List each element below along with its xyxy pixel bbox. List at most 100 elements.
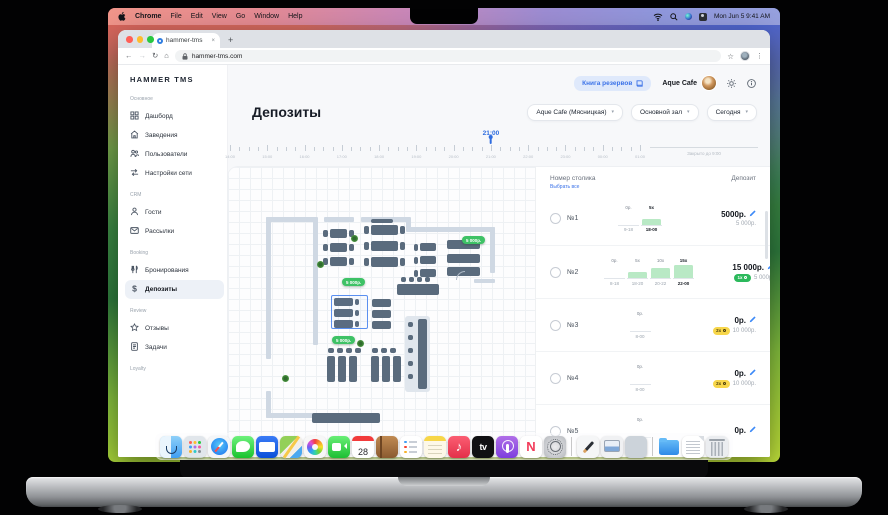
home-button[interactable]: ⌂	[164, 52, 169, 60]
close-tab-icon[interactable]: ×	[211, 38, 215, 44]
account-menu[interactable]: Aque Cafe	[662, 76, 716, 90]
browser-tab[interactable]: hammer-tms ×	[152, 33, 220, 48]
maps-dock-icon[interactable]	[280, 436, 302, 458]
apple-logo-icon[interactable]	[118, 12, 126, 21]
messages-dock-icon[interactable]	[232, 436, 254, 458]
deposit-map-badge[interactable]: 5 000р.	[332, 336, 355, 344]
sidebar-item-restaurant[interactable]: Бронирования	[125, 261, 224, 280]
menu-bar-clock[interactable]: Mon Jun 5 9:41 AM	[714, 13, 770, 20]
new-tab-button[interactable]: +	[228, 36, 233, 45]
current-time-pin	[490, 137, 492, 144]
music-dock-icon[interactable]	[448, 436, 470, 458]
screenshot-dock-icon[interactable]	[601, 436, 623, 458]
timeline-tick	[482, 147, 483, 151]
menu-item-chrome[interactable]: Chrome	[135, 13, 161, 20]
deposit-map-badge[interactable]: 5 000р.	[462, 236, 485, 244]
sidebar-item-star[interactable]: Отзывы	[125, 319, 224, 338]
trash-dock-icon[interactable]	[706, 436, 728, 458]
edit-pencil-icon[interactable]	[749, 369, 756, 378]
date-filter[interactable]: Сегодня▾	[707, 104, 757, 121]
deposit-map-badge[interactable]: 5 000р.	[342, 278, 365, 286]
filter-value: Основной зал	[640, 109, 682, 116]
bookmark-icon[interactable]: ☆	[727, 52, 734, 61]
zoom-window-button[interactable]	[147, 36, 154, 43]
folder-dock-icon[interactable]	[658, 436, 680, 458]
menu-item-view[interactable]: View	[212, 13, 227, 20]
news-dock-icon[interactable]	[520, 436, 542, 458]
edit-pencil-icon[interactable]	[749, 210, 756, 219]
row-checkbox[interactable]	[550, 320, 561, 331]
menu-item-go[interactable]: Go	[236, 13, 245, 20]
row-checkbox[interactable]	[550, 267, 561, 278]
sidebar-item-mail[interactable]: Рассылки	[125, 222, 224, 241]
contacts-dock-icon[interactable]	[376, 436, 398, 458]
sidebar-item-dollar[interactable]: $Депозиты	[125, 280, 224, 299]
minimize-window-button[interactable]	[137, 36, 144, 43]
app-logo[interactable]: HAMMER TMS	[130, 75, 219, 84]
browser-menu-icon[interactable]: ⋮	[756, 52, 763, 60]
row-checkbox[interactable]	[550, 373, 561, 384]
reload-button[interactable]: ↻	[152, 52, 158, 60]
reminders-dock-icon[interactable]	[400, 436, 422, 458]
select-all-link[interactable]: Выбрать все	[550, 184, 595, 190]
hall-filter[interactable]: Основной зал▾	[631, 104, 699, 121]
sidebar-item-label: Пользователи	[145, 151, 187, 158]
window-controls[interactable]	[126, 36, 154, 43]
siri-icon[interactable]	[685, 13, 692, 20]
reserve-book-label: Книга резервов	[582, 80, 632, 87]
settings-dock-icon[interactable]	[544, 436, 566, 458]
menu-item-edit[interactable]: Edit	[191, 13, 203, 20]
user-switch-icon[interactable]	[699, 13, 707, 21]
close-window-button[interactable]	[126, 36, 133, 43]
menu-item-window[interactable]: Window	[254, 13, 279, 20]
mail-dock-icon[interactable]	[256, 436, 278, 458]
users-icon	[130, 149, 139, 160]
photos-dock-icon[interactable]	[304, 436, 326, 458]
info-icon[interactable]	[747, 79, 756, 88]
sidebar-item-guest[interactable]: Гости	[125, 203, 224, 222]
sidebar-item-network[interactable]: Настройки сети	[125, 164, 224, 183]
calendar-dock-icon[interactable]	[352, 436, 374, 458]
wifi-icon[interactable]	[653, 13, 663, 21]
reserve-book-button[interactable]: Книга резервов	[574, 76, 651, 91]
menu-item-help[interactable]: Help	[288, 13, 302, 20]
venue-filter[interactable]: Aque Cafe (Мясницкая)▾	[527, 104, 623, 121]
finder-dock-icon[interactable]	[160, 436, 182, 458]
search-icon[interactable]	[670, 13, 678, 21]
browser-profile-avatar[interactable]	[740, 51, 750, 61]
podcasts-dock-icon[interactable]	[496, 436, 518, 458]
deposit-table-row[interactable]: №30р.8-000р.2x10 000р.	[536, 298, 770, 351]
sidebar-item-building[interactable]: Заведения	[125, 126, 224, 145]
safari-dock-icon[interactable]	[208, 436, 230, 458]
facetime-dock-icon[interactable]	[328, 436, 350, 458]
current-time-marker[interactable]: 21:00	[483, 130, 500, 144]
deposit-table-row[interactable]: №10р.9-185x18-005000р.5 000р.	[536, 192, 770, 245]
table	[371, 225, 398, 235]
deposit-table-row[interactable]: №20р.8-185x18-2010x20-2215x22-0015 000р.…	[536, 245, 770, 298]
document-dock-icon[interactable]	[682, 436, 704, 458]
sidebar-item-users[interactable]: Пользователи	[125, 145, 224, 164]
mail-icon	[130, 226, 139, 237]
address-bar[interactable]: hammer-tms.com	[175, 50, 721, 62]
deposit-table-row[interactable]: №40р.8-000р.2x10 000р.	[536, 351, 770, 404]
edit-pencil-icon[interactable]	[749, 426, 756, 435]
app-header: Книга резервов Aque Cafe	[228, 65, 770, 95]
timeline-tick	[593, 147, 594, 151]
back-button[interactable]: ←	[125, 52, 133, 60]
launchpad-dock-icon[interactable]	[184, 436, 206, 458]
edit-pencil-icon[interactable]	[767, 263, 770, 272]
time-slider[interactable]: 14:0015:0016:0017:0018:0019:0020:0021:00…	[228, 129, 770, 167]
menu-item-file[interactable]: File	[170, 13, 181, 20]
placeholder-dock-icon[interactable]	[625, 436, 647, 458]
floor-plan-map[interactable]: 5 000р. 5 000р. 5 000р.	[228, 167, 535, 457]
panel-scrollbar[interactable]	[765, 211, 768, 259]
sidebar-item-dashboard[interactable]: Дашборд	[125, 107, 224, 126]
row-checkbox[interactable]	[550, 213, 561, 224]
preview-dock-icon[interactable]	[577, 436, 599, 458]
tv-dock-icon[interactable]	[472, 436, 494, 458]
theme-toggle-icon[interactable]	[727, 79, 736, 88]
notes-dock-icon[interactable]	[424, 436, 446, 458]
forward-button[interactable]: →	[139, 52, 147, 60]
sidebar-item-tasks[interactable]: Задачи	[125, 338, 224, 357]
edit-pencil-icon[interactable]	[749, 316, 756, 325]
